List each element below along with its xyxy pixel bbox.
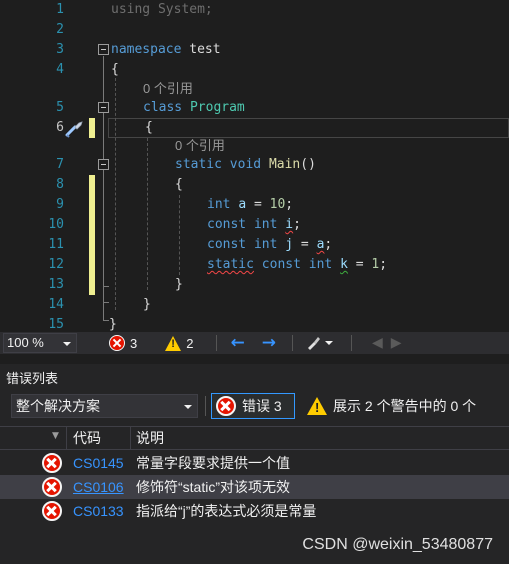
outline-tick <box>103 302 109 303</box>
quick-action-screwdriver-icon[interactable] <box>64 118 86 138</box>
code-line-3: namespace test <box>111 42 221 57</box>
error-icon <box>216 396 236 416</box>
warnings-filter-label: 展示 2 个警告中的 0 个 <box>333 398 477 414</box>
error-count: 3 <box>130 335 138 351</box>
panel-title: 错误列表 <box>6 371 59 386</box>
divider <box>291 335 293 351</box>
divider <box>350 335 352 351</box>
error-description: 指派给“j”的表达式必须是常量 <box>136 503 317 519</box>
warning-icon <box>307 397 327 415</box>
indent-guide <box>115 78 116 310</box>
editor-status-strip: 100 % 3 2 ← → ◀ ▶ <box>0 332 509 354</box>
warning-count: 2 <box>186 335 194 351</box>
line-number: 1 <box>56 2 64 17</box>
column-separator <box>130 427 131 449</box>
code-line-10: const int i; <box>207 217 301 232</box>
code-line-1: using System; <box>111 2 213 17</box>
back-nav-disabled-icon: ◀ <box>371 335 383 351</box>
line-number: 7 <box>56 157 64 172</box>
forward-arrow-icon[interactable]: → <box>262 333 276 353</box>
collapse-class-icon[interactable] <box>98 102 109 113</box>
outline-line <box>103 56 104 320</box>
table-header: ▼ 代码 说明 <box>0 426 509 450</box>
line-number: 13 <box>48 277 64 292</box>
code-line-7: static void Main() <box>175 157 316 172</box>
column-separator <box>66 427 67 449</box>
scope-dropdown[interactable]: 整个解决方案 <box>11 394 198 418</box>
warning-count-indicator[interactable]: 2 <box>165 335 194 351</box>
line-number: 3 <box>56 42 64 57</box>
codelens-references[interactable]: 0 个引用 <box>175 136 225 156</box>
outline-tick <box>103 286 109 287</box>
column-header-description[interactable]: 说明 <box>136 427 164 449</box>
table-row[interactable]: CS0133 指派给“j”的表达式必须是常量 <box>0 499 509 523</box>
divider <box>216 335 218 351</box>
code-editor[interactable]: 1 2 3 4 5 6 7 8 9 10 11 12 13 14 15 usin… <box>0 0 509 332</box>
table-row[interactable]: CS0145 常量字段要求提供一个值 <box>0 451 509 475</box>
error-squiggle: static <box>207 257 254 272</box>
error-squiggle: i <box>285 217 294 232</box>
code-line-13: } <box>175 277 183 292</box>
line-number: 4 <box>56 62 64 77</box>
error-icon <box>42 477 62 497</box>
error-code-link[interactable]: CS0145 <box>73 451 124 475</box>
chevron-down-icon <box>63 342 71 346</box>
scope-value: 整个解决方案 <box>16 398 100 414</box>
zoom-value: 100 % <box>7 335 44 350</box>
error-description: 常量字段要求提供一个值 <box>136 455 290 471</box>
line-number: 2 <box>56 22 64 37</box>
error-icon <box>42 501 62 521</box>
line-number: 14 <box>48 297 64 312</box>
indent-guide <box>147 138 148 290</box>
line-number: 10 <box>48 217 64 232</box>
error-icon <box>42 453 62 473</box>
code-line-15: } <box>109 317 117 332</box>
indent-guide <box>179 195 180 275</box>
current-line-highlight <box>108 118 509 138</box>
change-marker <box>89 118 95 138</box>
zoom-dropdown[interactable]: 100 % <box>3 333 77 353</box>
errors-filter-button[interactable]: 错误 3 <box>211 393 295 419</box>
watermark: CSDN @weixin_53480877 <box>302 536 493 553</box>
code-line-8: { <box>175 177 183 192</box>
line-number: 8 <box>56 177 64 192</box>
code-line-9: int a = 10; <box>207 197 294 212</box>
line-number: 15 <box>48 317 64 332</box>
error-count-indicator[interactable]: 3 <box>109 335 137 351</box>
code-line-12: static const int k = 1; <box>207 257 388 272</box>
code-line-5: class Program <box>143 100 245 115</box>
codelens-references[interactable]: 0 个引用 <box>143 79 193 99</box>
chevron-down-icon <box>184 405 192 409</box>
line-number: 5 <box>56 100 64 115</box>
line-number: 9 <box>56 197 64 212</box>
line-number: 11 <box>48 237 64 252</box>
code-line-11: const int j = a; <box>207 237 333 252</box>
code-line-14: } <box>143 297 151 312</box>
collapse-namespace-icon[interactable] <box>98 44 109 55</box>
table-row[interactable]: CS0106 修饰符“static”对该项无效 <box>0 475 509 499</box>
error-code-link[interactable]: CS0133 <box>73 499 124 523</box>
warning-squiggle: k <box>340 257 348 272</box>
forward-nav-disabled-icon: ▶ <box>390 335 402 351</box>
code-line-4: { <box>111 62 119 77</box>
error-description: 修饰符“static”对该项无效 <box>136 479 290 495</box>
error-icon <box>109 335 125 351</box>
warnings-filter-button[interactable]: 展示 2 个警告中的 0 个 <box>303 393 501 419</box>
line-number: 12 <box>48 257 64 272</box>
filter-icon[interactable]: ▼ <box>52 431 59 441</box>
change-marker <box>89 175 95 295</box>
code-cleanup-brush-icon[interactable] <box>305 335 333 351</box>
collapse-method-icon[interactable] <box>98 159 109 170</box>
column-header-code[interactable]: 代码 <box>73 427 101 449</box>
errors-filter-label: 错误 3 <box>242 398 282 414</box>
divider <box>205 396 206 416</box>
line-number: 6 <box>56 120 64 135</box>
error-list-panel: 错误列表 整个解决方案 错误 3 展示 2 个警告中的 0 个 ▼ 代码 说明 … <box>0 364 509 564</box>
error-code-link[interactable]: CS0106 <box>73 475 124 499</box>
code-line-6: { <box>145 120 153 135</box>
back-arrow-icon[interactable]: ← <box>230 333 244 353</box>
warning-icon <box>165 335 182 351</box>
